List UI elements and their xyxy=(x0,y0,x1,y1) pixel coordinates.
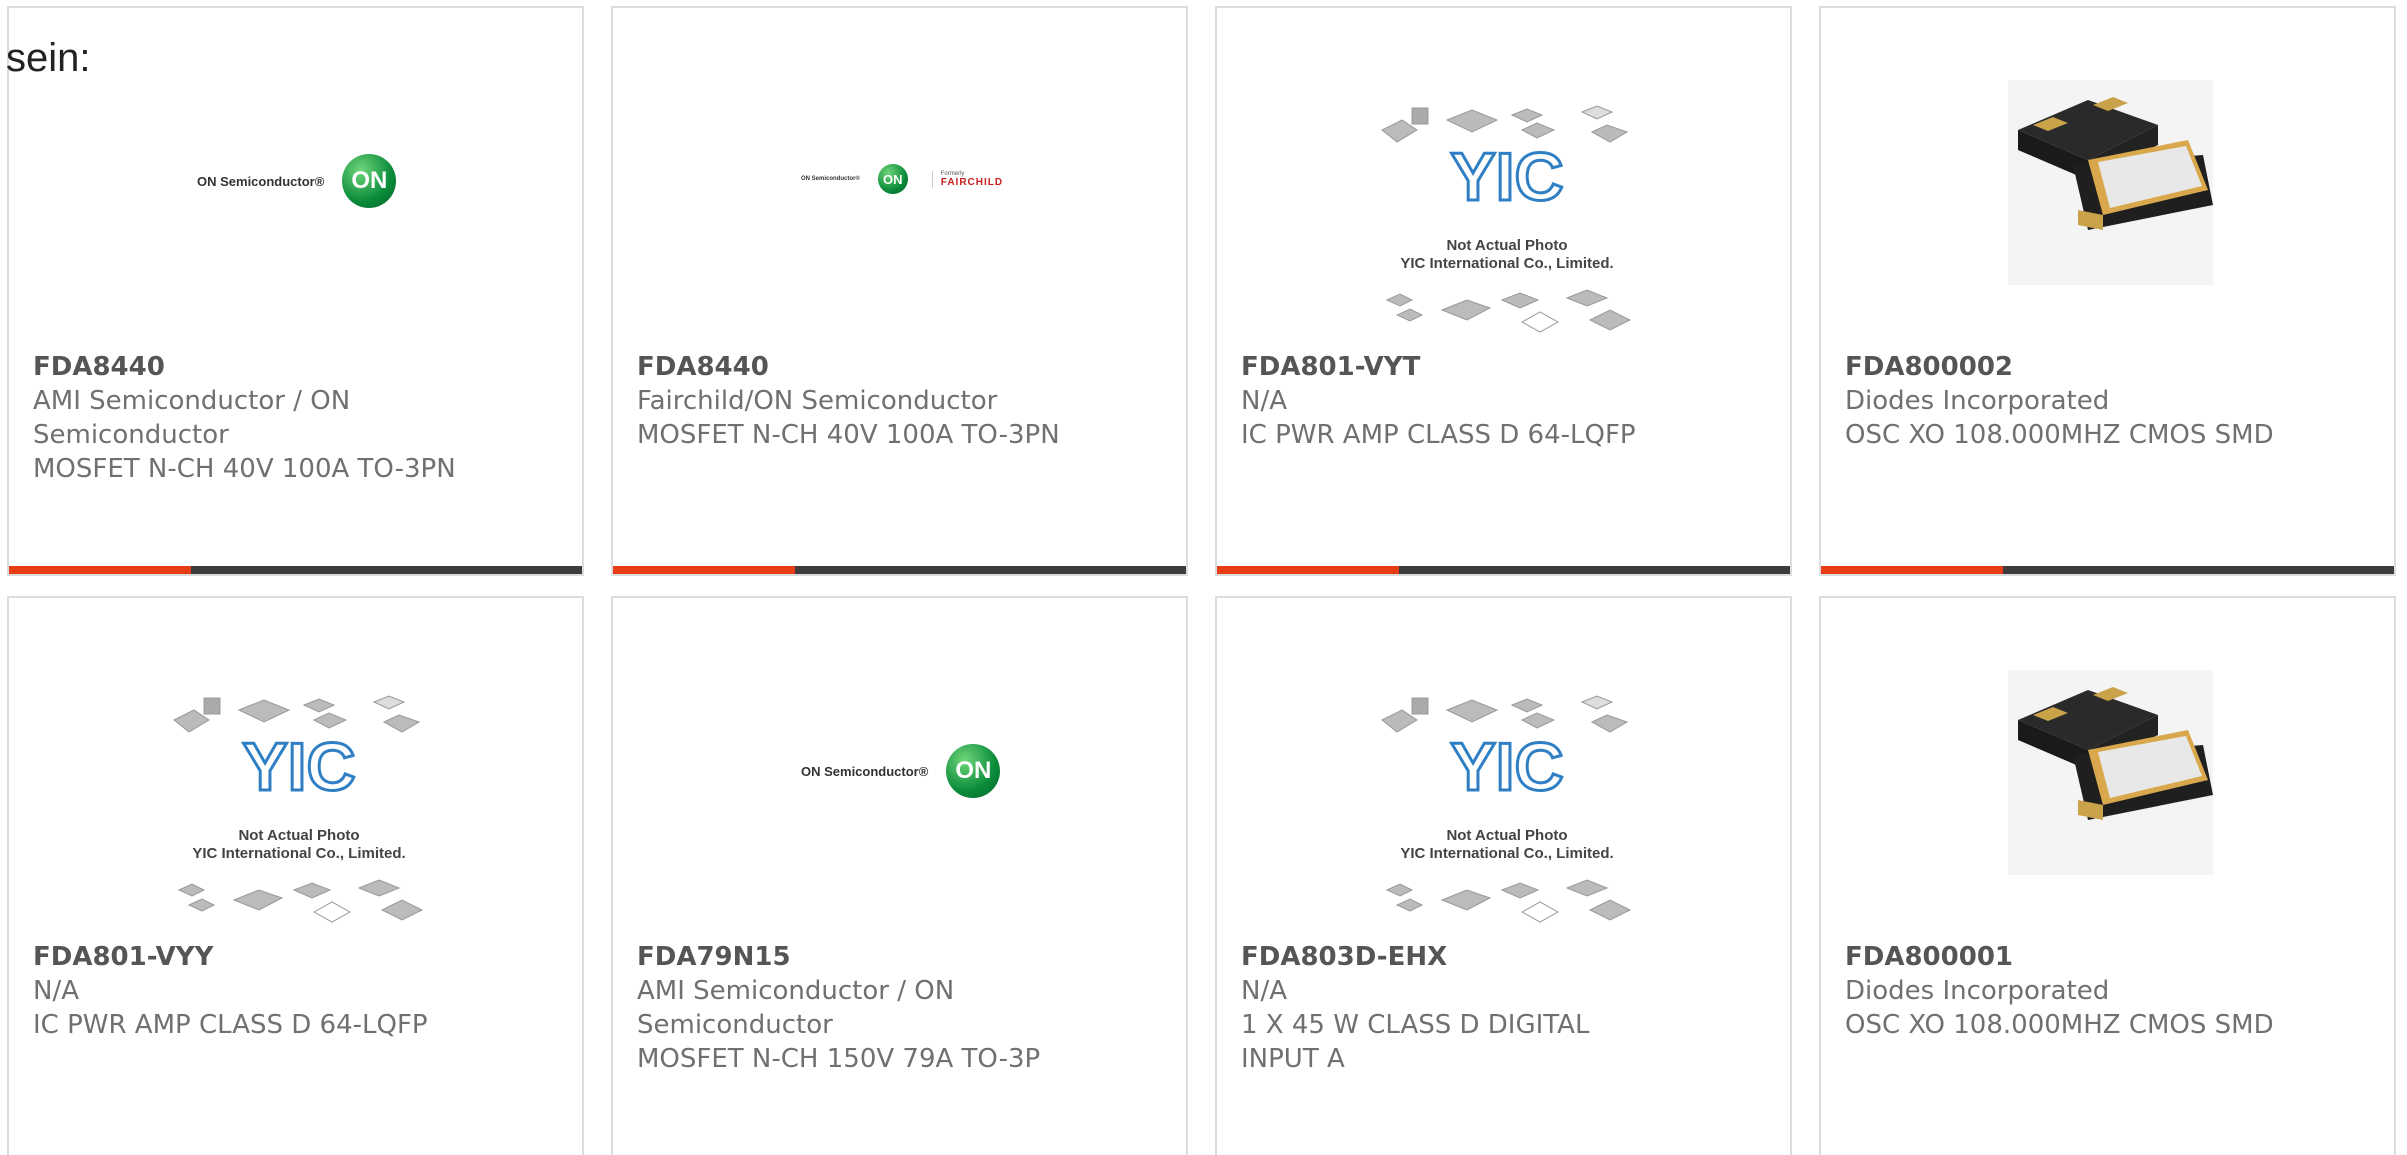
card-bottom-bar xyxy=(1217,566,1790,574)
card-accent xyxy=(613,566,795,574)
chip-packages-icon: YIC Not Actual Photo YIC International C… xyxy=(1381,695,1632,923)
card-accent xyxy=(9,566,191,574)
yic-not-actual-photo: YIC Not Actual Photo YIC International C… xyxy=(164,690,434,934)
part-number[interactable]: FDA803D-EHX xyxy=(1241,940,1741,974)
part-number[interactable]: FDA800002 xyxy=(1845,350,2345,384)
manufacturer: N/A xyxy=(33,976,79,1006)
product-card[interactable]: FDA800001 Diodes Incorporated OSC XO 108… xyxy=(1819,596,2396,1155)
description: IC PWR AMP CLASS D 64-LQFP xyxy=(33,1010,428,1040)
not-actual-photo-caption: Not Actual Photo xyxy=(238,827,359,844)
fairchild-logo: Formerly FAIRCHILD xyxy=(931,170,1004,188)
yic-logo: YIC xyxy=(242,729,355,805)
product-card[interactable]: YIC Not Actual Photo YIC International C… xyxy=(1215,596,1792,1155)
part-number[interactable]: FDA801-VYT xyxy=(1241,350,1741,384)
yic-company-caption: YIC International Co., Limited. xyxy=(1400,845,1613,862)
product-card[interactable]: YIC Not Actual Photo YIC International C… xyxy=(7,596,584,1155)
manufacturer: Fairchild/ON Semiconductor xyxy=(637,386,998,416)
yic-company-caption: YIC International Co., Limited. xyxy=(1400,255,1613,272)
not-actual-photo-caption: Not Actual Photo xyxy=(1446,237,1567,254)
on-logo-icon: ON xyxy=(946,744,1001,798)
description: OSC XO 108.000MHZ CMOS SMD xyxy=(1845,1010,2274,1040)
oscillator-chip-icon xyxy=(2008,80,2213,285)
crystal-oscillator-photo xyxy=(2008,80,2213,289)
card-accent xyxy=(1217,566,1399,574)
on-fairchild-logo: ON Semiconductor® ON Formerly FAIRCHILD xyxy=(801,164,1003,194)
part-number[interactable]: FDA8440 xyxy=(637,350,1137,384)
manufacturer: N/A xyxy=(1241,976,1287,1006)
logo-wordmark: ON Semiconductor® xyxy=(197,173,325,189)
fairchild-wordmark: FAIRCHILD xyxy=(940,176,1004,188)
logo-wordmark: ON Semiconductor® xyxy=(801,763,929,779)
product-card[interactable]: YIC Not Actual Photo YIC International C… xyxy=(1215,6,1792,576)
card-accent xyxy=(1821,566,2003,574)
chip-packages-icon: YIC Not Actual Photo YIC International C… xyxy=(173,695,424,923)
card-bottom-bar xyxy=(613,566,1186,574)
part-number[interactable]: FDA800001 xyxy=(1845,940,2345,974)
on-logo-icon: ON xyxy=(877,164,908,194)
lead-text: sein: xyxy=(6,36,91,80)
product-grid-page: ON Semiconductor® ON FDA8440 AMI Semicon… xyxy=(0,0,2407,1155)
yic-not-actual-photo: YIC Not Actual Photo YIC International C… xyxy=(1372,690,1642,934)
description: MOSFET N-CH 150V 79A TO-3P xyxy=(637,1044,1041,1074)
description: 1 X 45 W CLASS D DIGITAL xyxy=(1241,1010,1590,1040)
not-actual-photo-caption: Not Actual Photo xyxy=(1446,827,1567,844)
part-number[interactable]: FDA79N15 xyxy=(637,940,1137,974)
manufacturer: Semiconductor xyxy=(33,420,229,450)
crystal-oscillator-photo xyxy=(2008,670,2213,879)
yic-company-caption: YIC International Co., Limited. xyxy=(192,845,405,862)
part-number[interactable]: FDA801-VYY xyxy=(33,940,533,974)
logo-wordmark: ON Semiconductor® xyxy=(801,176,860,182)
manufacturer: Diodes Incorporated xyxy=(1845,386,2110,416)
card-bottom-bar xyxy=(9,566,582,574)
on-semiconductor-logo: ON Semiconductor® ON xyxy=(801,744,1001,798)
manufacturer: AMI Semiconductor / ON xyxy=(637,976,955,1006)
on-semiconductor-logo: ON Semiconductor® ON xyxy=(197,154,397,208)
manufacturer: N/A xyxy=(1241,386,1287,416)
description: MOSFET N-CH 40V 100A TO-3PN xyxy=(33,454,456,484)
description: MOSFET N-CH 40V 100A TO-3PN xyxy=(637,420,1060,450)
description: OSC XO 108.000MHZ CMOS SMD xyxy=(1845,420,2274,450)
chip-packages-icon: YIC Not Actual Photo YIC International C… xyxy=(1381,105,1632,333)
card-bottom-bar xyxy=(1821,566,2394,574)
product-card[interactable]: ON Semiconductor® ON FDA79N15 AMI Semico… xyxy=(611,596,1188,1155)
description: INPUT A xyxy=(1241,1044,1345,1074)
product-card[interactable]: ON Semiconductor® ON FDA8440 AMI Semicon… xyxy=(7,6,584,576)
yic-logo: YIC xyxy=(1450,139,1563,215)
oscillator-chip-icon xyxy=(2008,670,2213,875)
manufacturer: Semiconductor xyxy=(637,1010,833,1040)
product-card[interactable]: ON Semiconductor® ON Formerly FAIRCHILD … xyxy=(611,6,1188,576)
manufacturer: Diodes Incorporated xyxy=(1845,976,2110,1006)
description: IC PWR AMP CLASS D 64-LQFP xyxy=(1241,420,1636,450)
product-card[interactable]: FDA800002 Diodes Incorporated OSC XO 108… xyxy=(1819,6,2396,576)
manufacturer: AMI Semiconductor / ON xyxy=(33,386,351,416)
part-number[interactable]: FDA8440 xyxy=(33,350,533,384)
yic-logo: YIC xyxy=(1450,729,1563,805)
on-logo-icon: ON xyxy=(342,154,397,208)
yic-not-actual-photo: YIC Not Actual Photo YIC International C… xyxy=(1372,100,1642,344)
